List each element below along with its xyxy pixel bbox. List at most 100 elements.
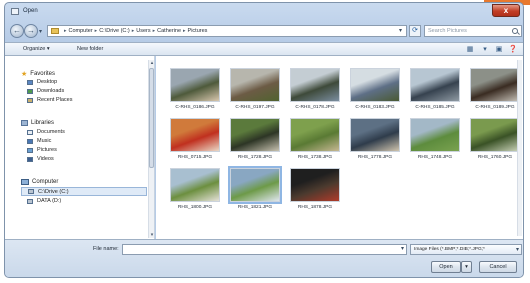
photo-preview [290, 118, 340, 152]
search-input[interactable]: Search Pictures [424, 25, 522, 37]
computer-header[interactable]: Computer [21, 179, 58, 185]
navigation-scrollbar[interactable]: ▴ ▾ [148, 60, 154, 238]
sidebar-item-data-drive[interactable]: DATA (D:) [27, 198, 61, 204]
recent-places-icon [27, 97, 33, 103]
file-name-label: RHS_1778.JPG [357, 155, 393, 160]
refresh-icon: ⟳ [412, 27, 418, 34]
close-button[interactable]: x [492, 4, 520, 17]
chevron-down-icon[interactable]: ▾ [401, 245, 404, 252]
drive-icon [28, 189, 34, 194]
chevron-right-icon: ▸ [131, 28, 135, 34]
sidebar-item-desktop[interactable]: Desktop [27, 79, 57, 85]
view-options-icon[interactable]: ▦ [465, 45, 475, 54]
sidebar-item-label: Downloads [37, 88, 65, 94]
file-thumbnail[interactable]: C-RHS_0185.JPG [408, 68, 462, 110]
file-thumbnail[interactable]: RHS_1878.JPG [288, 168, 342, 210]
file-name-label: RHS_1760.JPG [477, 155, 513, 160]
sidebar-item-recent-places[interactable]: Recent Places [27, 97, 72, 103]
downloads-icon [27, 88, 33, 94]
sidebar-item-downloads[interactable]: Downloads [27, 88, 64, 94]
file-name-label: File name: [93, 246, 119, 252]
folder-icon [51, 28, 59, 34]
sidebar-item-label: Recent Places [37, 97, 73, 103]
chevron-down-icon: ▾ [515, 247, 519, 253]
file-thumbnail[interactable]: RHS_1778.JPG [348, 118, 402, 160]
file-type-value: Image Files (*.BMP;*.DIB;*.JPG;* [414, 247, 485, 252]
file-name-label: C-RHS_0185.JPG [415, 105, 455, 110]
file-thumbnail[interactable]: RHS_0715.JPG [168, 118, 222, 160]
address-dropdown-icon[interactable]: ▾ [399, 27, 402, 34]
file-list-scrollbar[interactable] [517, 60, 522, 236]
file-name-field[interactable]: ▾ [122, 244, 407, 255]
file-thumbnail[interactable]: C-RHS_0178.JPG [288, 68, 342, 110]
sidebar-item-label: DATA (D:) [37, 198, 62, 204]
forward-arrow-icon: → [27, 26, 35, 35]
address-bar[interactable]: ▸ Computer ▸ C:\Drive (C:) ▸ Users ▸ Cat… [47, 25, 407, 37]
sidebar-item-label: Documents [37, 129, 65, 135]
photo-preview [230, 68, 280, 102]
scroll-down-icon[interactable]: ▾ [149, 232, 155, 238]
help-icon[interactable]: ❓ [508, 45, 518, 54]
breadcrumb-users[interactable]: Users [136, 28, 150, 34]
file-thumbnail[interactable]: RHS_1738.JPG [288, 118, 342, 160]
file-name-label: RHS_0715.JPG [177, 155, 213, 160]
file-thumbnail[interactable]: C-RHS_0197.JPG [228, 68, 282, 110]
chevron-right-icon: ▸ [64, 28, 67, 34]
file-thumbnail[interactable]: C-RHS_0183.JPG [348, 68, 402, 110]
back-button[interactable]: ← [10, 24, 24, 38]
videos-icon [27, 156, 33, 162]
file-type-select[interactable]: Image Files (*.BMP;*.DIB;*.JPG;* ▾ [410, 244, 522, 255]
back-arrow-icon: ← [13, 26, 21, 35]
file-thumbnail[interactable]: C-RHS_0186.JPG [168, 68, 222, 110]
scroll-up-icon[interactable]: ▴ [149, 60, 155, 66]
bottom-panel: File name: ▾ Image Files (*.BMP;*.DIB;*.… [5, 239, 523, 277]
open-button[interactable]: Open [431, 261, 461, 273]
sidebar-item-documents[interactable]: Documents [27, 129, 65, 135]
scrollbar-thumb[interactable] [149, 68, 154, 168]
sidebar-item-label: Desktop [37, 79, 58, 85]
breadcrumb-drive[interactable]: C:\Drive (C:) [99, 28, 130, 34]
open-options-button[interactable]: ▾ [461, 261, 472, 273]
chevron-right-icon: ▸ [183, 28, 186, 34]
chevron-down-icon[interactable]: ▾ [480, 45, 490, 54]
sidebar-item-music[interactable]: Music [27, 138, 51, 144]
preview-pane-icon[interactable]: ▣ [494, 45, 504, 54]
new-folder-button[interactable]: New folder [77, 46, 103, 52]
search-placeholder: Search Pictures [428, 28, 467, 34]
sidebar-item-c-drive[interactable]: C:\Drive (C:) [21, 187, 147, 196]
photo-preview [170, 168, 220, 202]
sidebar-item-label: Pictures [37, 147, 57, 153]
sidebar-item-label: Music [37, 138, 52, 144]
file-thumbnail[interactable]: RHS_1821.JPG [228, 166, 282, 210]
computer-label: Computer [32, 179, 59, 185]
recent-pages-dropdown[interactable]: ▾ [39, 28, 42, 35]
file-thumbnail[interactable]: RHS_1760.JPG [468, 118, 522, 160]
cancel-button[interactable]: Cancel [479, 261, 517, 273]
libraries-header[interactable]: Libraries [21, 120, 54, 126]
file-thumbnail[interactable]: RHS_1800.JPG [168, 168, 222, 210]
chevron-down-icon: ▾ [465, 264, 468, 270]
file-name-label: RHS_1800.JPG [177, 205, 213, 210]
refresh-button[interactable]: ⟳ [409, 25, 421, 37]
file-thumbnail[interactable]: RHS_1748.JPG [408, 118, 462, 160]
sidebar-item-videos[interactable]: Videos [27, 156, 54, 162]
computer-icon [21, 179, 29, 185]
breadcrumb-pictures[interactable]: Pictures [188, 28, 208, 34]
breadcrumb-catherine[interactable]: Catherine [157, 28, 181, 34]
photo-preview [170, 68, 220, 102]
photo-preview [170, 118, 220, 152]
photo-preview [290, 68, 340, 102]
file-thumbnail[interactable]: RHS_1728.JPG [228, 118, 282, 160]
favorites-header[interactable]: ★ Favorites [21, 70, 55, 78]
breadcrumb-computer[interactable]: Computer [69, 28, 93, 34]
libraries-icon [21, 120, 28, 126]
file-name-label: RHS_1728.JPG [237, 155, 273, 160]
sidebar-item-pictures[interactable]: Pictures [27, 147, 57, 153]
forward-button[interactable]: → [24, 24, 38, 38]
address-row: ← → ▾ ▸ Computer ▸ C:\Drive (C:) ▸ Users… [5, 22, 523, 40]
photo-preview [290, 168, 340, 202]
command-bar: Organize ▾ New folder ▦ ▾ ▣ ❓ [5, 42, 523, 56]
open-dialog: Open x ← → ▾ ▸ Computer ▸ C:\Drive (C:) … [4, 2, 524, 278]
organize-button[interactable]: Organize ▾ [23, 46, 50, 52]
file-thumbnail[interactable]: C-RHS_0189.JPG [468, 68, 522, 110]
